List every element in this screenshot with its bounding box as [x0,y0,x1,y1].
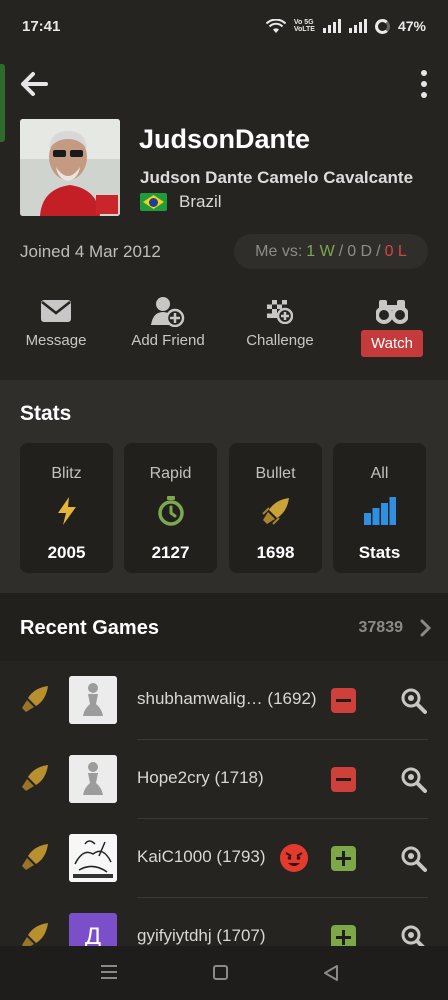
opponent-name: KaiC1000 (1793) [137,847,266,866]
signal-icon-2 [348,19,367,33]
more-options-icon[interactable] [420,70,428,100]
wifi-icon [265,18,286,33]
game-row[interactable]: Hope2cry (1718) [0,740,448,819]
opponent-avatar[interactable] [69,834,117,882]
lightning-icon [57,497,76,525]
country-name: Brazil [179,192,222,211]
bullet-icon [22,844,48,870]
win-icon [331,846,356,871]
stat-card-blitz[interactable]: Blitz 2005 [20,443,113,573]
signal-icon [322,19,341,33]
challenge-button[interactable]: Challenge [230,292,330,358]
pawn-icon [69,676,117,724]
brazil-flag-icon [140,193,167,211]
recent-games-list: shubhamwalig… (1692) Hope2cry (1718) Kai… [0,661,448,946]
record-draws: 0 D [347,242,373,260]
angry-face-icon [280,844,308,872]
network-type: Vo 5G VoLTE [293,19,315,33]
watch-button[interactable]: Watch [342,292,442,358]
profile-avatar [20,119,120,216]
add-friend-button[interactable]: Add Friend [118,292,218,358]
recent-games-header[interactable]: Recent Games 37839 [0,593,448,661]
home-icon[interactable] [213,965,228,980]
opponent-name: gyifyiytdhj (1707) [137,926,266,945]
stats-section: Stats Blitz 2005 Rapid 2127 Bullet 1698 … [0,380,448,593]
opponent-avatar[interactable] [69,755,117,803]
envelope-icon [41,300,71,322]
analyze-icon[interactable] [400,924,427,946]
head-to-head-record: Me vs: 1 W / 0 D / 0 L [234,234,428,269]
bullet-icon [261,498,289,525]
stat-card-rapid[interactable]: Rapid 2127 [124,443,217,573]
profile-username: JudsonDante [139,124,311,154]
nav-back-icon[interactable] [323,964,339,982]
opponent-avatar[interactable] [69,676,117,724]
battery-percent: 47% [397,18,426,34]
pawn-icon [69,755,117,803]
bullet-icon [22,923,48,946]
profile-full-name: Judson Dante Camelo Cavalcante [140,168,414,187]
opponent-name: shubhamwalig… (1692) [137,689,317,708]
top-nav [0,60,448,110]
analyze-icon[interactable] [400,687,427,714]
opponent-avatar[interactable]: Д [69,913,117,946]
recent-games-title: Recent Games [20,617,159,639]
system-nav-bar [0,946,448,1000]
stopwatch-icon [157,496,184,526]
record-wins: 1 W [306,242,335,260]
back-arrow-icon[interactable] [18,68,50,100]
bullet-icon [22,765,48,791]
game-row[interactable]: KaiC1000 (1793) [0,819,448,898]
game-row[interactable]: shubhamwalig… (1692) [0,661,448,740]
avatar-image [20,119,120,216]
opponent-name: Hope2cry (1718) [137,768,264,787]
sketch-avatar-image [69,834,117,882]
bullet-icon [22,686,48,712]
loss-icon [331,688,356,713]
analyze-icon[interactable] [400,845,427,872]
analyze-icon[interactable] [400,766,427,793]
status-bar: 17:41 Vo 5G VoLTE 47% [0,0,448,52]
binoculars-icon [376,300,408,324]
chevron-right-icon [420,619,432,637]
message-button[interactable]: Message [6,292,106,358]
profile-actions: Message Add Friend Challenge Watch [0,292,448,362]
add-friend-icon [151,297,185,327]
stat-card-all[interactable]: All Stats [333,443,426,573]
game-row[interactable]: Д gyifyiytdhj (1707) [0,898,448,946]
win-icon [331,925,356,946]
status-time: 17:41 [22,17,61,35]
loss-icon [331,767,356,792]
stat-card-bullet[interactable]: Bullet 1698 [229,443,322,573]
stats-title: Stats [20,402,72,425]
recent-games-count: 37839 [358,619,404,636]
profile-country: Brazil [140,192,222,212]
joined-date: Joined 4 Mar 2012 [20,242,161,261]
bar-chart-icon [363,497,396,525]
record-losses: 0 L [384,242,407,260]
battery-icon [374,18,390,34]
challenge-icon [267,300,293,324]
recent-apps-icon[interactable] [101,965,117,979]
